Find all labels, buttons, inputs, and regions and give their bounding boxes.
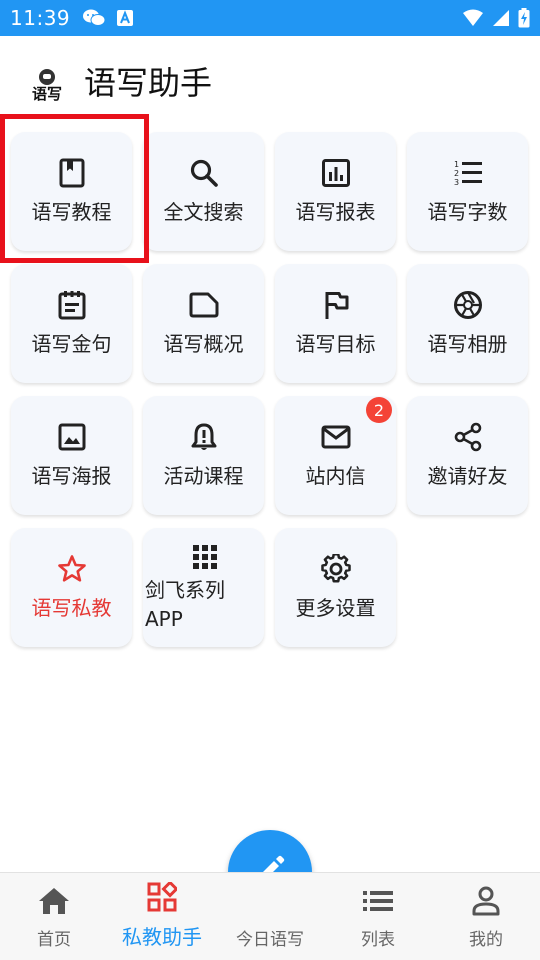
svg-text:3: 3 xyxy=(454,178,459,187)
tile-label: 语写私教 xyxy=(31,596,112,620)
alert-bell-icon xyxy=(189,422,219,452)
tile-label: 全文搜索 xyxy=(163,200,244,224)
tile-report[interactable]: 语写报表 xyxy=(275,132,396,251)
page-title: 语写助手 xyxy=(84,64,213,102)
numbered-list-icon: 123 xyxy=(453,158,483,188)
list-icon xyxy=(362,885,394,917)
tile-golden-sentences[interactable]: 语写金句 xyxy=(11,264,132,383)
tile-invite-friends[interactable]: 邀请好友 xyxy=(407,396,528,515)
svg-text:1: 1 xyxy=(454,160,459,169)
svg-text:2: 2 xyxy=(454,169,459,178)
nav-label: 今日语写 xyxy=(236,930,304,950)
tile-word-count[interactable]: 123 语写字数 xyxy=(407,132,528,251)
wechat-icon xyxy=(82,8,106,28)
status-time: 11:39 xyxy=(10,6,71,30)
translate-icon xyxy=(116,9,134,27)
tile-label: 语写金句 xyxy=(31,332,112,356)
tile-label: 语写概况 xyxy=(163,332,244,356)
flag-icon xyxy=(321,290,351,320)
widgets-icon xyxy=(147,881,177,913)
battery-charging-icon xyxy=(518,8,530,28)
nav-home[interactable]: 首页 xyxy=(0,873,108,960)
notepad-icon xyxy=(57,290,87,320)
tile-label: 站内信 xyxy=(305,464,366,488)
app-header: 语写 语写助手 xyxy=(0,36,540,126)
mail-icon xyxy=(321,422,351,452)
tile-label: 语写目标 xyxy=(295,332,376,356)
wifi-icon xyxy=(462,9,484,27)
tile-jianfei-apps[interactable]: 剑飞系列APP xyxy=(143,528,264,647)
tile-inbox[interactable]: 站内信 2 xyxy=(275,396,396,515)
tile-private-tutor[interactable]: 语写私教 xyxy=(11,528,132,647)
tile-tutorial[interactable]: 语写教程 xyxy=(11,132,132,251)
gear-icon xyxy=(320,554,351,584)
tile-goals[interactable]: 语写目标 xyxy=(275,264,396,383)
tile-label: 语写相册 xyxy=(427,332,508,356)
nav-list[interactable]: 列表 xyxy=(324,873,432,960)
nav-label: 私教助手 xyxy=(122,925,202,949)
tile-album[interactable]: 语写相册 xyxy=(407,264,528,383)
tile-label: 邀请好友 xyxy=(427,464,508,488)
image-icon xyxy=(57,422,87,452)
tile-activity-courses[interactable]: 活动课程 xyxy=(143,396,264,515)
nav-label: 首页 xyxy=(37,930,71,950)
tile-label: 活动课程 xyxy=(163,464,244,488)
tile-label: 语写教程 xyxy=(31,200,112,224)
tile-poster[interactable]: 语写海报 xyxy=(11,396,132,515)
nav-label: 我的 xyxy=(469,930,503,950)
status-left-icons xyxy=(82,8,134,28)
status-right-icons xyxy=(462,8,530,28)
signal-icon xyxy=(492,9,510,27)
apps-grid-icon xyxy=(190,542,220,572)
nav-mine[interactable]: 我的 xyxy=(432,873,540,960)
star-icon xyxy=(57,554,87,584)
folder-icon xyxy=(189,290,219,320)
camera-shutter-icon xyxy=(453,290,483,320)
bottom-nav: 首页 私教助手 今日语写 列表 我的 xyxy=(0,872,540,960)
tile-overview[interactable]: 语写概况 xyxy=(143,264,264,383)
app-logo: 语写 xyxy=(26,60,68,102)
logo-figure-icon xyxy=(39,69,55,85)
nav-private-tutor-assistant[interactable]: 私教助手 xyxy=(108,873,216,960)
search-icon xyxy=(189,158,219,188)
tile-label: 剑飞系列APP xyxy=(145,577,225,631)
tile-more-settings[interactable]: 更多设置 xyxy=(275,528,396,647)
bar-chart-icon xyxy=(321,158,351,188)
feature-grid: 语写教程 全文搜索 语写报表 123 语写字数 语写金句 语写概况 语写目标 语… xyxy=(11,132,531,647)
tile-label: 更多设置 xyxy=(295,596,376,620)
unread-badge: 2 xyxy=(366,397,392,423)
tile-label: 语写字数 xyxy=(427,200,508,224)
logo-text: 语写 xyxy=(31,85,62,103)
home-icon xyxy=(38,885,70,917)
tile-label: 语写报表 xyxy=(295,200,376,224)
tile-label: 语写海报 xyxy=(31,464,112,488)
nav-label: 列表 xyxy=(361,930,395,950)
tile-fulltext-search[interactable]: 全文搜索 xyxy=(143,132,264,251)
nav-write-today[interactable]: 今日语写 xyxy=(216,873,324,960)
book-icon xyxy=(57,158,87,188)
share-icon xyxy=(453,422,483,452)
status-bar: 11:39 xyxy=(0,0,540,36)
person-icon xyxy=(472,885,500,917)
